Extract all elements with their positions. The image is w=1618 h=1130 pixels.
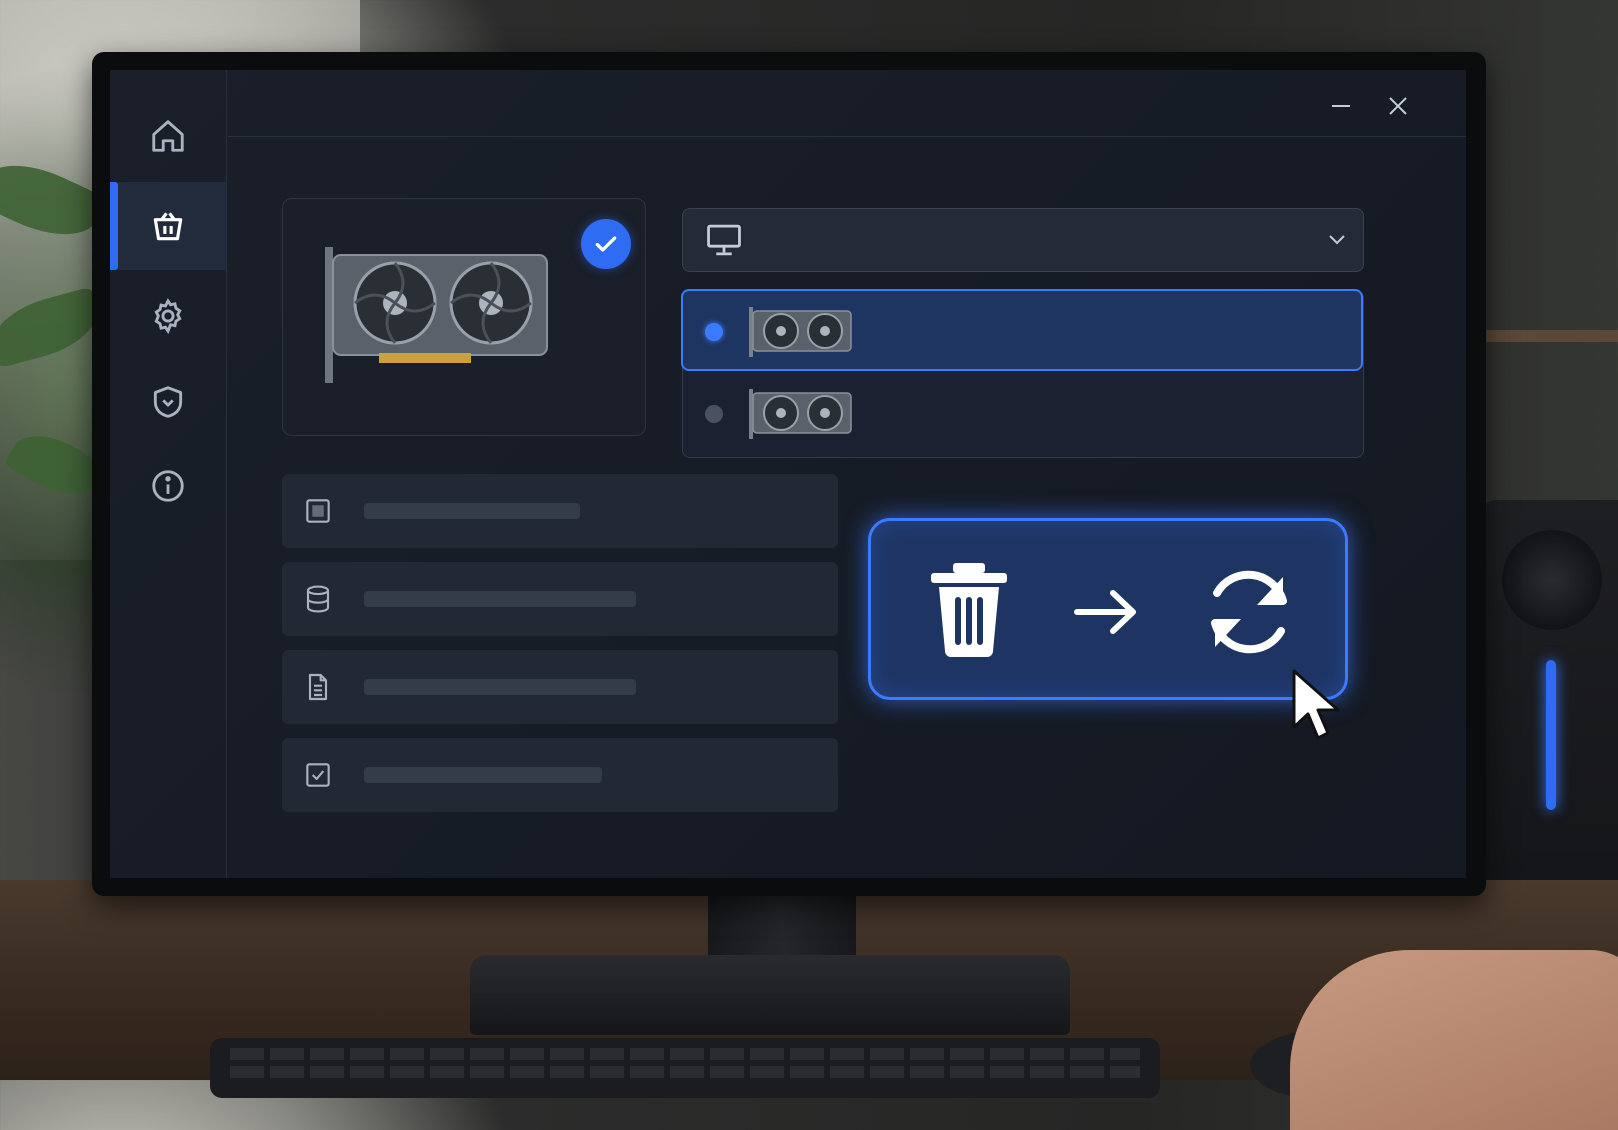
gear-icon xyxy=(154,298,182,335)
chevron-down-icon xyxy=(1329,235,1345,245)
shelf xyxy=(1478,330,1618,342)
text-placeholder-bar xyxy=(364,679,636,695)
mouse-cursor-icon xyxy=(1292,669,1340,740)
graphics-card-icon xyxy=(749,389,852,439)
sidebar xyxy=(110,70,227,878)
document-icon xyxy=(308,673,328,701)
option-item-checkbox[interactable] xyxy=(282,738,838,812)
shopping-basket-icon xyxy=(153,212,183,241)
chip-icon xyxy=(306,499,330,523)
minimize-icon xyxy=(1332,105,1350,107)
refresh-icon xyxy=(1211,570,1287,654)
radio-unselected[interactable] xyxy=(705,405,723,423)
speaker xyxy=(1482,500,1618,920)
text-placeholder-bar xyxy=(364,767,602,783)
trash-icon xyxy=(931,563,1007,657)
device-list xyxy=(681,289,1364,458)
graphics-card-icon xyxy=(325,247,548,383)
info-icon xyxy=(152,470,184,502)
sidebar-item-settings[interactable] xyxy=(110,272,226,360)
option-item-document[interactable] xyxy=(282,650,838,724)
speaker-led xyxy=(1546,660,1556,810)
device-option[interactable] xyxy=(683,373,1363,455)
shield-icon xyxy=(153,386,183,418)
radio-selected[interactable] xyxy=(705,323,723,341)
minimize-button[interactable] xyxy=(1321,86,1361,126)
hand xyxy=(1290,950,1618,1130)
keyboard xyxy=(210,1038,1160,1098)
sidebar-item-security[interactable] xyxy=(110,358,226,446)
check-icon xyxy=(595,236,617,252)
app-window xyxy=(110,70,1466,878)
option-item-database[interactable] xyxy=(282,562,838,636)
sidebar-item-home[interactable] xyxy=(110,92,226,180)
gpu-card[interactable] xyxy=(282,198,646,436)
arrow-right-icon xyxy=(1074,590,1136,634)
display-dropdown[interactable] xyxy=(682,208,1364,272)
speaker-woofer xyxy=(1502,530,1602,630)
key-row xyxy=(230,1066,1140,1078)
option-item-chip[interactable] xyxy=(282,474,838,548)
device-option[interactable] xyxy=(681,289,1363,371)
monitor-icon xyxy=(707,224,741,256)
checkbox-icon xyxy=(306,763,330,787)
title-bar xyxy=(228,70,1466,137)
graphics-card-icon xyxy=(749,307,852,357)
text-placeholder-bar xyxy=(364,503,580,519)
text-placeholder-bar xyxy=(364,591,636,607)
close-button[interactable] xyxy=(1378,86,1418,126)
sidebar-item-cleanup[interactable] xyxy=(110,182,226,270)
close-icon xyxy=(1389,97,1407,115)
monitor xyxy=(92,52,1486,896)
monitor-base xyxy=(470,955,1070,1035)
database-icon xyxy=(306,585,330,613)
sidebar-item-about[interactable] xyxy=(110,442,226,530)
selected-check-badge xyxy=(581,219,631,269)
remove-and-refresh-button[interactable] xyxy=(868,518,1348,700)
home-icon xyxy=(152,120,184,152)
key-row xyxy=(230,1048,1140,1060)
